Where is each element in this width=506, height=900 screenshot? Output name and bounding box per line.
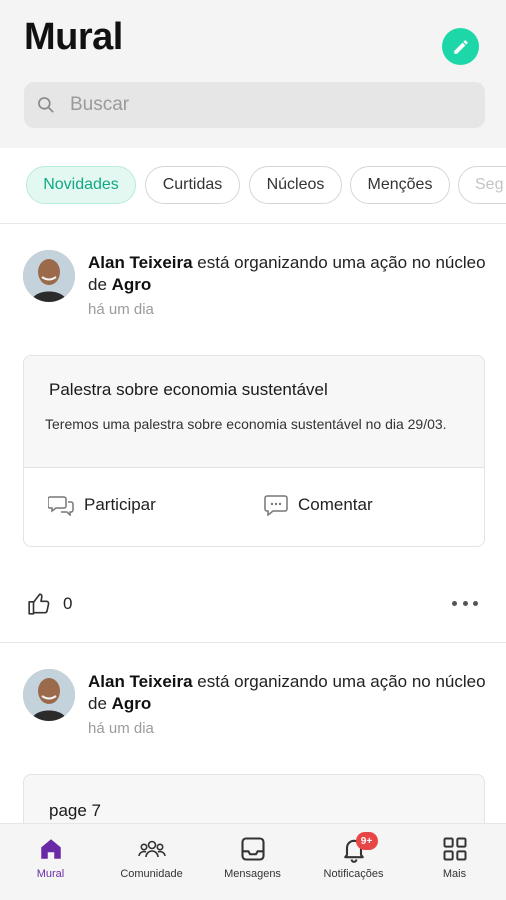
compose-button[interactable] [442,28,479,65]
tab-mural[interactable]: Mural [0,824,101,900]
filter-chip-curtidas[interactable]: Curtidas [145,166,240,204]
tab-mensagens[interactable]: Mensagens [202,824,303,900]
inbox-icon [240,837,265,861]
person-avatar-icon [23,669,75,721]
more-options-icon[interactable] [452,601,478,609]
search-icon [38,97,54,113]
notification-badge: 9+ [355,832,378,850]
tab-label: Mural [36,868,65,880]
tab-label: Mais [442,868,467,880]
participate-button[interactable]: Participar [48,494,156,516]
page-title: Mural [24,16,123,58]
tab-label: Mensagens [224,868,281,880]
tab-notificacoes[interactable]: 9+ Notificações [303,824,404,900]
filter-chip-seguindo[interactable]: Seg [458,166,506,204]
post-group[interactable]: Agro [112,694,152,713]
avatar[interactable] [23,669,75,721]
avatar[interactable] [23,250,75,302]
filter-chips: Novidades Curtidas Núcleos Menções Seg [0,148,506,224]
search-input[interactable] [70,82,470,128]
event-description: Teremos uma palestra sobre economia sust… [45,416,447,432]
comment-icon [264,495,288,516]
feed-post: Alan Teixeira está organizando uma ação … [0,644,506,854]
person-avatar-icon [23,250,75,302]
event-card-actions: Participar Comentar [24,468,484,546]
event-title: page 7 [49,801,101,820]
filter-chip-nucleos[interactable]: Núcleos [249,166,342,204]
post-timestamp: há um dia [88,720,154,737]
event-card-body: Palestra sobre economia sustentável Tere… [24,356,484,468]
post-author[interactable]: Alan Teixeira [88,672,193,691]
chat-bubbles-icon [48,496,74,516]
header: Mural [0,0,506,148]
post-author[interactable]: Alan Teixeira [88,253,193,272]
post-timestamp: há um dia [88,301,154,318]
tab-label: Notificações [323,868,384,880]
post-header-text: Alan Teixeira está organizando uma ação … [88,252,488,296]
post-reactions: 0 [0,585,506,643]
like-count: 0 [63,594,73,613]
search-bar[interactable] [24,82,485,128]
comment-label: Comentar [298,495,373,514]
thumbs-up-icon [28,593,50,615]
event-title: Palestra sobre economia sustentável [49,380,328,399]
event-card[interactable]: Palestra sobre economia sustentável Tere… [23,355,485,547]
filter-chip-mencoes[interactable]: Menções [350,166,450,204]
pencil-icon [453,39,468,54]
comment-button[interactable]: Comentar [264,494,373,516]
home-icon [40,839,61,859]
bottom-tab-bar: Mural Comunidade Mensagens 9+ Notificaçõ… [0,823,506,900]
feed-post: Alan Teixeira está organizando uma ação … [0,224,506,584]
like-button[interactable]: 0 [27,591,72,617]
tab-comunidade[interactable]: Comunidade [101,824,202,900]
filter-chip-novidades[interactable]: Novidades [26,166,136,204]
participate-label: Participar [84,495,156,514]
tab-mais[interactable]: Mais [404,824,505,900]
tab-label: Comunidade [120,868,183,880]
post-header-text: Alan Teixeira está organizando uma ação … [88,671,488,715]
post-group[interactable]: Agro [112,275,152,294]
grid-icon [443,837,466,861]
community-icon [137,840,166,858]
